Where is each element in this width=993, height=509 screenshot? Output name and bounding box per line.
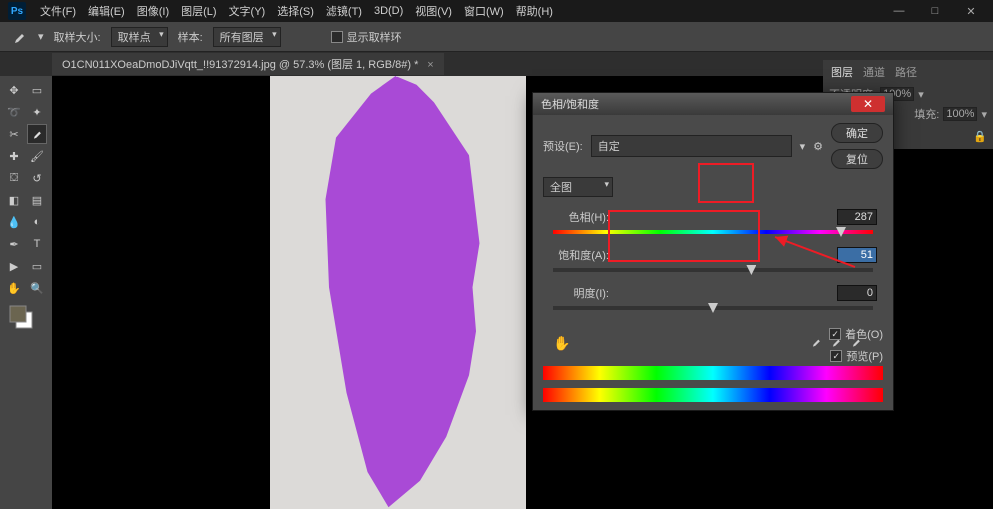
menu-help[interactable]: 帮助(H): [510, 3, 559, 19]
preset-label: 预设(E):: [543, 138, 583, 154]
menu-filter[interactable]: 滤镜(T): [320, 3, 368, 19]
preview-checkbox[interactable]: ✓: [830, 350, 842, 362]
document-tab-label: O1CN011XOeaDmoDJiVqtt_!!91372914.jpg @ 5…: [62, 59, 418, 71]
title-bar: Ps 文件(F) 编辑(E) 图像(I) 图层(L) 文字(Y) 选择(S) 滤…: [0, 0, 993, 22]
sat-slider[interactable]: [553, 265, 873, 275]
text-tool[interactable]: T: [27, 234, 47, 254]
path-select-tool[interactable]: ▶: [4, 256, 24, 276]
toolbox: ✥ ▭ ➰ ✦ ✂ ✚ 🖌 ⛋ ↺ ◧ ▤ 💧 ◐ ✒ T ▶ ▭ ✋ 🔍: [0, 76, 52, 509]
dialog-close-button[interactable]: ✕: [851, 96, 885, 112]
blur-tool[interactable]: 💧: [4, 212, 24, 232]
marquee-tool[interactable]: ▭: [27, 80, 47, 100]
zoom-tool[interactable]: 🔍: [27, 278, 47, 298]
eyedropper-tool[interactable]: [27, 124, 47, 144]
sample-size-dropdown[interactable]: 取样点: [111, 27, 168, 47]
lasso-tool[interactable]: ➰: [4, 102, 24, 122]
dialog-title: 色相/饱和度: [541, 96, 599, 112]
options-bar: ▾ 取样大小: 取样点 样本: 所有图层 显示取样环: [0, 22, 993, 52]
magic-wand-tool[interactable]: ✦: [27, 102, 47, 122]
hue-label: 色相(H):: [549, 209, 609, 225]
menu-edit[interactable]: 编辑(E): [82, 3, 131, 19]
pen-tool[interactable]: ✒: [4, 234, 24, 254]
brush-tool[interactable]: 🖌: [27, 146, 47, 166]
gear-icon[interactable]: ⚙: [813, 140, 823, 153]
close-button[interactable]: ✕: [957, 5, 985, 18]
spectrum-top: [543, 366, 883, 380]
menu-type[interactable]: 文字(Y): [223, 3, 272, 19]
show-ring-label: 显示取样环: [347, 29, 402, 45]
eyedropper-tool-icon[interactable]: [10, 28, 28, 46]
fill-label: 填充:: [914, 106, 939, 122]
light-slider[interactable]: [553, 303, 873, 313]
sat-value[interactable]: 51: [837, 247, 877, 263]
menu-image[interactable]: 图像(I): [131, 3, 175, 19]
healing-tool[interactable]: ✚: [4, 146, 24, 166]
menu-file[interactable]: 文件(F): [34, 3, 82, 19]
sample-dropdown[interactable]: 所有图层: [213, 27, 281, 47]
move-tool[interactable]: ✥: [4, 80, 24, 100]
light-label: 明度(I):: [549, 285, 609, 301]
color-swatches[interactable]: [4, 300, 48, 339]
hand-tool[interactable]: ✋: [4, 278, 24, 298]
sample-size-label: 取样大小:: [54, 29, 101, 45]
ok-button[interactable]: 确定: [831, 123, 883, 143]
sample-label: 样本:: [178, 29, 203, 45]
reset-button[interactable]: 复位: [831, 149, 883, 169]
hue-value[interactable]: 287: [837, 209, 877, 225]
gradient-tool[interactable]: ▤: [27, 190, 47, 210]
colorize-label: 着色(O): [845, 326, 883, 342]
colorize-checkbox[interactable]: ✓: [829, 328, 841, 340]
lock-icon[interactable]: 🔒: [973, 130, 987, 143]
menu-window[interactable]: 窗口(W): [458, 3, 510, 19]
hue-saturation-dialog: 色相/饱和度 ✕ 预设(E): 自定 ▾ ⚙ 确定 复位 全图 色相(H):28…: [532, 92, 894, 411]
fill-value[interactable]: 100%: [943, 107, 977, 121]
hand-icon[interactable]: ✋: [553, 335, 570, 352]
show-ring-checkbox[interactable]: [331, 31, 343, 43]
document-tab[interactable]: O1CN011XOeaDmoDJiVqtt_!!91372914.jpg @ 5…: [52, 53, 444, 75]
minimize-button[interactable]: —: [885, 5, 913, 18]
maximize-button[interactable]: □: [921, 5, 949, 18]
sat-label: 饱和度(A):: [549, 247, 609, 263]
light-value[interactable]: 0: [837, 285, 877, 301]
preset-dropdown[interactable]: 自定: [591, 135, 792, 157]
spectrum-bottom: [543, 388, 883, 402]
crop-tool[interactable]: ✂: [4, 124, 24, 144]
document-close-icon[interactable]: ×: [427, 59, 433, 71]
dialog-titlebar[interactable]: 色相/饱和度 ✕: [533, 93, 893, 115]
eraser-tool[interactable]: ◧: [4, 190, 24, 210]
image-content: [270, 76, 526, 509]
selection-dress: [315, 76, 490, 509]
app-logo: Ps: [8, 2, 26, 20]
hue-slider[interactable]: [553, 227, 873, 237]
preview-label: 预览(P): [846, 348, 883, 364]
menu-layer[interactable]: 图层(L): [175, 3, 222, 19]
range-dropdown[interactable]: 全图: [543, 177, 613, 197]
menu-3d[interactable]: 3D(D): [368, 5, 409, 17]
stamp-tool[interactable]: ⛋: [4, 168, 24, 188]
history-brush-tool[interactable]: ↺: [27, 168, 47, 188]
dodge-tool[interactable]: ◐: [27, 212, 47, 232]
menu-select[interactable]: 选择(S): [271, 3, 320, 19]
eyedropper-icon[interactable]: [809, 335, 823, 352]
shape-tool[interactable]: ▭: [27, 256, 47, 276]
menu-view[interactable]: 视图(V): [409, 3, 458, 19]
